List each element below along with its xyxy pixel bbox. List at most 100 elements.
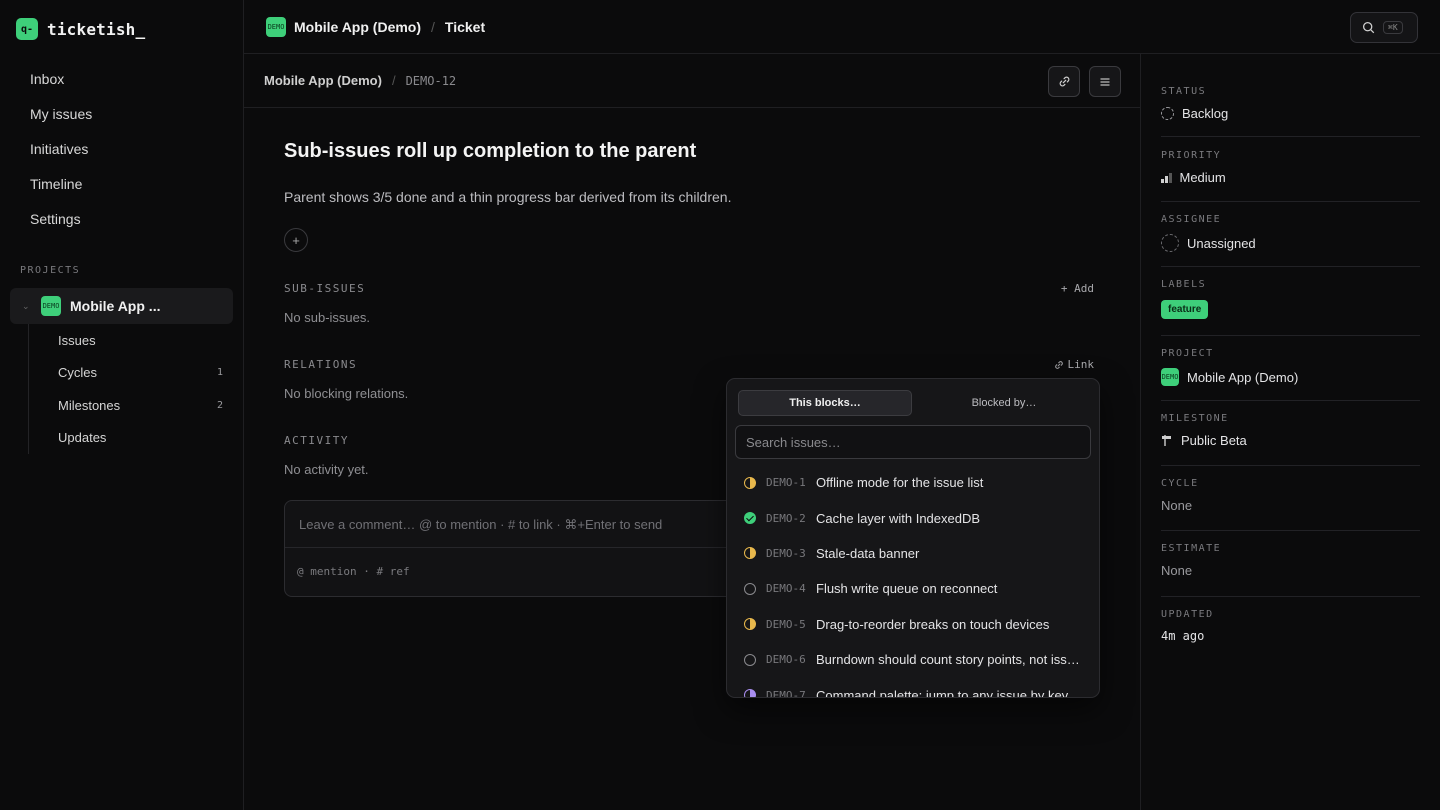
issue-key: DEMO-5 xyxy=(766,617,806,631)
issue-title: Drag-to-reorder breaks on touch devices xyxy=(816,616,1050,632)
property-updated: UPDATED 4m ago xyxy=(1161,609,1419,643)
property-cycle[interactable]: CYCLE None xyxy=(1161,478,1419,513)
breadcrumb-page: Ticket xyxy=(444,19,486,35)
property-label: UPDATED xyxy=(1161,609,1214,620)
property-label: PRIORITY xyxy=(1161,150,1222,161)
property-labels[interactable]: LABELS feature xyxy=(1161,279,1419,319)
relations-empty: No blocking relations. xyxy=(284,386,409,401)
subnav-item-milestones[interactable]: Milestones 2 xyxy=(29,389,233,422)
projects-section-label: PROJECTS xyxy=(20,265,81,276)
issue-title[interactable]: Sub-issues roll up completion to the par… xyxy=(284,140,696,163)
issue-description[interactable]: Parent shows 3/5 done and a thin progres… xyxy=(284,189,731,205)
sidebar: q- ticketish_ Inbox My issues Initiative… xyxy=(0,0,244,810)
priority-medium-icon xyxy=(1161,172,1172,183)
done-icon xyxy=(744,512,756,525)
activity-heading: ACTIVITY xyxy=(284,434,349,447)
chevron-down-icon[interactable]: ⌄ xyxy=(22,301,32,312)
main-nav: Inbox My issues Initiatives Timeline Set… xyxy=(10,61,234,236)
issue-key: DEMO-6 xyxy=(766,653,806,667)
comment-input[interactable]: Leave a comment… @ to mention · # to lin… xyxy=(299,517,662,533)
issue-key: DEMO-4 xyxy=(766,582,806,596)
add-attachment-button[interactable]: + xyxy=(284,228,308,252)
project-subnav: Issues Cycles 1 Milestones 2 Updates xyxy=(28,324,233,454)
estimate-value: None xyxy=(1161,563,1193,578)
search-icon xyxy=(1362,21,1375,34)
divider xyxy=(1161,465,1420,466)
subnav-item-issues[interactable]: Issues xyxy=(29,324,233,357)
app-logo-icon: q- xyxy=(16,18,38,40)
avatar-placeholder-icon xyxy=(1161,234,1179,252)
issue-title: Cache layer with IndexedDB xyxy=(816,510,981,526)
property-label: CYCLE xyxy=(1161,478,1199,489)
add-subissue-button[interactable]: + Add xyxy=(1061,282,1094,295)
list-item[interactable]: DEMO-1 Offline mode for the issue list xyxy=(727,465,1099,500)
property-project[interactable]: PROJECT DEMO Mobile App (Demo) xyxy=(1161,348,1419,386)
project-value: Mobile App (Demo) xyxy=(1187,369,1299,385)
property-label: MILESTONE xyxy=(1161,413,1229,424)
list-item[interactable]: DEMO-5 Drag-to-reorder breaks on touch d… xyxy=(727,607,1099,642)
search-button[interactable]: ⌘K xyxy=(1350,12,1418,43)
issue-search-input[interactable] xyxy=(735,425,1091,459)
property-estimate[interactable]: ESTIMATE None xyxy=(1161,543,1419,578)
properties-panel: STATUS Backlog PRIORITY Medium ASSIGNEE … xyxy=(1141,54,1440,810)
nav-item-my-issues[interactable]: My issues xyxy=(10,96,234,131)
project-item-mobile-app[interactable]: ⌄ DEMO Mobile App ... xyxy=(10,288,233,324)
tab-this-blocks[interactable]: This blocks… xyxy=(738,390,912,416)
search-shortcut: ⌘K xyxy=(1383,21,1403,34)
tab-blocked-by[interactable]: Blocked by… xyxy=(918,390,1090,416)
menu-button[interactable] xyxy=(1089,66,1121,97)
relation-type-tabs: This blocks… Blocked by… xyxy=(738,390,1090,417)
list-item[interactable]: DEMO-6 Burndown should count story point… xyxy=(727,642,1099,677)
subnav-label: Issues xyxy=(58,332,96,348)
breadcrumb-project[interactable]: Mobile App (Demo) xyxy=(294,19,421,35)
link-relation-button[interactable]: Link xyxy=(1054,358,1094,371)
plus-icon: + xyxy=(292,232,300,248)
issue-title: Flush write queue on reconnect xyxy=(816,581,998,597)
issue-title: Stale-data banner xyxy=(816,545,920,561)
brand[interactable]: q- ticketish_ xyxy=(16,18,145,40)
in-progress-icon xyxy=(744,476,756,489)
in-progress-icon xyxy=(744,618,756,631)
top-breadcrumb: DEMO Mobile App (Demo) / Ticket xyxy=(266,17,485,37)
project-badge: DEMO xyxy=(266,17,286,37)
issue-breadcrumb: Mobile App (Demo) / DEMO-12 xyxy=(264,73,456,88)
issue-key: DEMO-3 xyxy=(766,546,806,560)
copy-link-button[interactable] xyxy=(1048,66,1080,97)
issue-title: Command palette: jump to any issue by ke… xyxy=(816,687,1069,698)
property-label: LABELS xyxy=(1161,279,1207,290)
list-item[interactable]: DEMO-4 Flush write queue on reconnect xyxy=(727,571,1099,606)
link-icon xyxy=(1059,76,1069,87)
divider xyxy=(1161,136,1420,137)
list-item[interactable]: DEMO-3 Stale-data banner xyxy=(727,536,1099,571)
status-value: Backlog xyxy=(1182,106,1229,121)
issue-title: Burndown should count story points, not … xyxy=(816,652,1080,668)
in-review-icon xyxy=(744,689,756,697)
app-name: ticketish_ xyxy=(47,19,146,39)
property-priority[interactable]: PRIORITY Medium xyxy=(1161,150,1419,185)
label-chip-feature[interactable]: feature xyxy=(1161,300,1209,319)
project-badge: DEMO xyxy=(1161,368,1179,386)
cycle-value: None xyxy=(1161,498,1193,513)
issue-header-bar: Mobile App (Demo) / DEMO-12 xyxy=(244,54,1140,108)
nav-item-inbox[interactable]: Inbox xyxy=(10,61,234,96)
updated-value: 4m ago xyxy=(1161,629,1205,643)
divider xyxy=(1161,400,1420,401)
issue-breadcrumb-project[interactable]: Mobile App (Demo) xyxy=(264,73,382,88)
milestone-value: Public Beta xyxy=(1181,433,1247,448)
nav-item-timeline[interactable]: Timeline xyxy=(10,166,234,201)
link-icon xyxy=(1054,360,1063,369)
divider xyxy=(1161,335,1420,336)
subnav-item-updates[interactable]: Updates xyxy=(29,422,233,455)
property-status[interactable]: STATUS Backlog xyxy=(1161,86,1419,121)
issue-key: DEMO-1 xyxy=(766,476,806,490)
list-item[interactable]: DEMO-7 Command palette: jump to any issu… xyxy=(727,677,1099,698)
list-item[interactable]: DEMO-2 Cache layer with IndexedDB xyxy=(727,500,1099,535)
nav-item-initiatives[interactable]: Initiatives xyxy=(10,131,234,166)
property-milestone[interactable]: MILESTONE Public Beta xyxy=(1161,413,1419,448)
property-label: PROJECT xyxy=(1161,348,1214,359)
property-assignee[interactable]: ASSIGNEE Unassigned xyxy=(1161,214,1419,252)
subnav-item-cycles[interactable]: Cycles 1 xyxy=(29,357,233,390)
issue-key: DEMO-12 xyxy=(405,73,457,88)
nav-item-settings[interactable]: Settings xyxy=(10,201,234,236)
assignee-value: Unassigned xyxy=(1187,235,1256,251)
